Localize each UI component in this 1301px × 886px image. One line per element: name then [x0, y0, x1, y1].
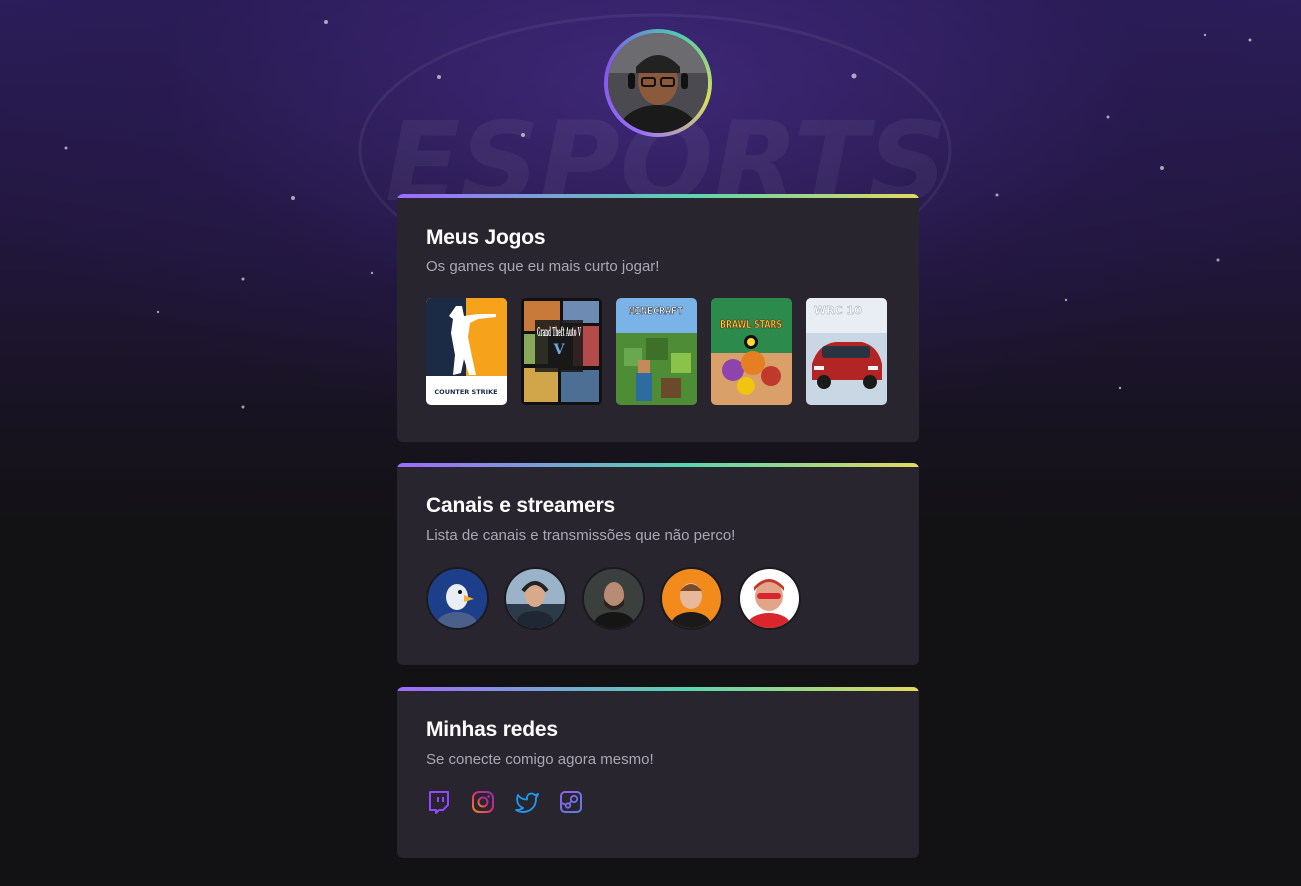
- profile-avatar: [604, 29, 712, 137]
- user-avatar-icon: [608, 33, 708, 133]
- wrc-10-cover-text: WRC 10: [814, 304, 862, 317]
- socials-title: Minhas redes: [426, 718, 558, 741]
- game-counter-strike[interactable]: COUNTER STRIKE: [426, 298, 507, 405]
- game-minecraft[interactable]: MINECRAFT: [616, 298, 697, 405]
- twitch-link[interactable]: [427, 790, 451, 814]
- counter-strike-cover-text: COUNTER STRIKE: [434, 388, 497, 396]
- socials-subtitle: Se conecte comigo agora mesmo!: [426, 751, 654, 768]
- minecraft-cover-text: MINECRAFT: [629, 306, 683, 317]
- games-subtitle: Os games que eu mais curto jogar!: [426, 258, 660, 275]
- streamers-subtitle: Lista de canais e transmissões que não p…: [426, 527, 736, 544]
- twitter-icon: [515, 792, 539, 813]
- streamer-5[interactable]: [738, 567, 801, 630]
- brawl-stars-cover-icon: BRAWL STARS: [711, 298, 792, 405]
- streamers-title: Canais e streamers: [426, 494, 616, 517]
- twitch-icon: [429, 791, 449, 814]
- minecraft-cover-icon: MINECRAFT: [616, 298, 697, 405]
- streamer-avatar-4-icon: [662, 569, 721, 628]
- streamer-2[interactable]: [504, 567, 567, 630]
- streamer-3[interactable]: [582, 567, 645, 630]
- streamer-4[interactable]: [660, 567, 723, 630]
- games-title: Meus Jogos: [426, 226, 546, 249]
- wrc-10-cover-icon: WRC 10: [806, 298, 887, 405]
- games-card: Meus Jogos Os games que eu mais curto jo…: [397, 194, 919, 442]
- streamer-avatar-5-icon: [740, 569, 799, 628]
- games-list: COUNTER STRIKE Grand Theft Auto V V MINE…: [426, 298, 887, 405]
- socials-list: [427, 790, 583, 814]
- gta-v-cover-text: Grand Theft Auto V: [537, 325, 581, 339]
- streamer-1[interactable]: [426, 567, 489, 630]
- streamer-avatar-3-icon: [584, 569, 643, 628]
- instagram-link[interactable]: [471, 790, 495, 814]
- gta-v-cover-icon: Grand Theft Auto V V: [521, 298, 602, 405]
- twitter-link[interactable]: [515, 790, 539, 814]
- streamer-avatar-2-icon: [506, 569, 565, 628]
- steam-icon: [560, 791, 582, 813]
- counter-strike-cover-icon: COUNTER STRIKE: [426, 298, 507, 405]
- brawl-stars-cover-text: BRAWL STARS: [720, 318, 782, 331]
- svg-text:V: V: [553, 342, 566, 358]
- game-brawl-stars[interactable]: BRAWL STARS: [711, 298, 792, 405]
- game-gta-v[interactable]: Grand Theft Auto V V: [521, 298, 602, 405]
- streamer-avatar-1-icon: [428, 569, 487, 628]
- instagram-icon: [472, 791, 494, 813]
- steam-link[interactable]: [559, 790, 583, 814]
- streamers-list: [426, 567, 801, 630]
- socials-card: Minhas redes Se conecte comigo agora mes…: [397, 687, 919, 858]
- streamers-card: Canais e streamers Lista de canais e tra…: [397, 463, 919, 665]
- game-wrc-10[interactable]: WRC 10: [806, 298, 887, 405]
